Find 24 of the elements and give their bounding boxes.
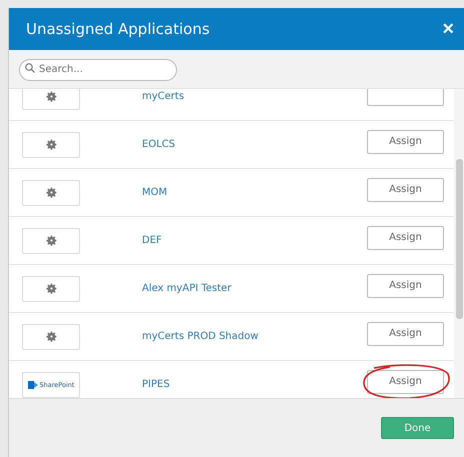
app-name: myCerts [142,91,186,102]
assign-button[interactable]: Assign [367,370,444,394]
app-name: Alex myAPI Tester [142,283,232,294]
app-name: MOM [142,187,168,198]
scrollbar-thumb[interactable] [456,159,463,319]
dialog-title: Unassigned Applications [26,20,210,38]
app-name: myCerts PROD Shadow [142,331,260,342]
assign-button[interactable]: Assign [367,226,444,250]
assign-button[interactable]: Assign [367,274,444,298]
gear-icon [44,186,58,199]
gear-icon [44,234,58,247]
assign-button[interactable]: Assign [367,178,444,202]
gear-icon [44,90,58,103]
gear-icon [44,282,58,295]
app-name: PIPES [142,379,171,390]
search-field[interactable]: Search... [19,58,177,81]
app-name: EOLCS [142,139,176,150]
assign-button[interactable]: Assign [367,322,444,346]
gear-icon [44,330,58,343]
sharepoint-logo-icon [28,380,38,388]
assign-button[interactable]: Assign [367,130,444,154]
gear-icon [44,138,58,151]
close-button[interactable]: × [442,18,454,40]
app-name: DEF [142,235,163,246]
